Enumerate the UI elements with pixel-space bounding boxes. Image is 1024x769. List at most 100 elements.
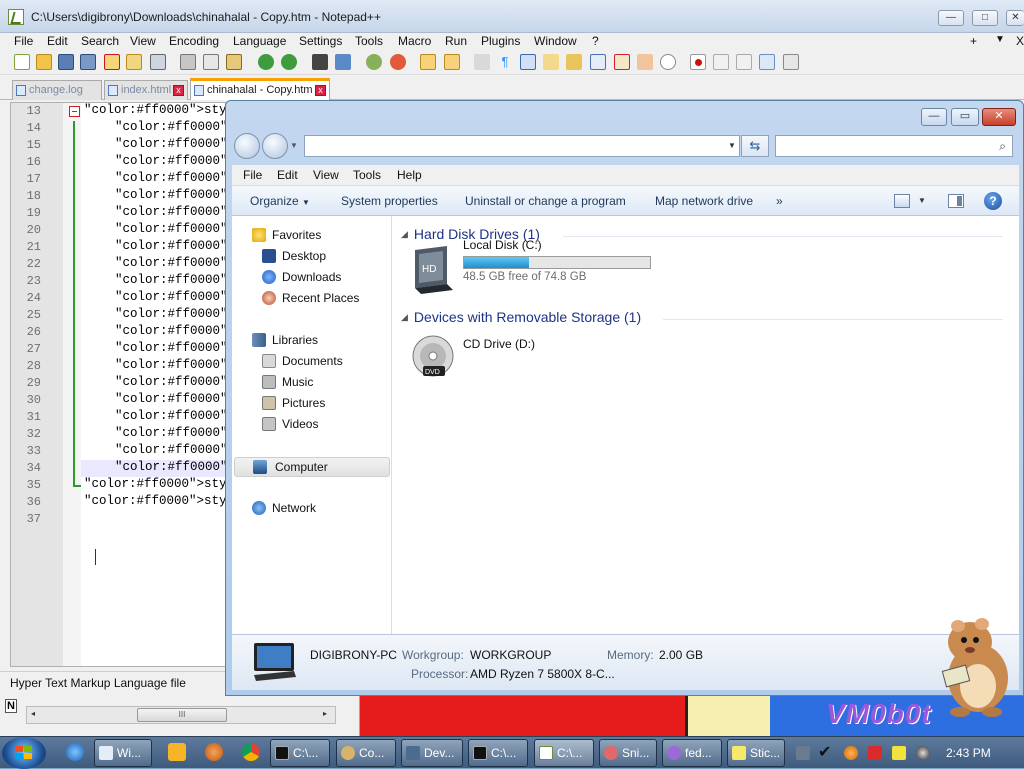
close-file-icon[interactable]	[104, 54, 120, 70]
explorer-menu-help[interactable]: Help	[397, 168, 422, 182]
address-bar[interactable]	[304, 135, 740, 157]
preview-pane-icon[interactable]	[948, 194, 964, 208]
scroll-left-icon[interactable]: ◂	[31, 709, 35, 718]
menu-macro[interactable]: Macro	[398, 34, 431, 48]
help-icon[interactable]: ?	[984, 192, 1002, 210]
sync-vertical-icon[interactable]	[420, 54, 436, 70]
scrollbar-thumb[interactable]: III	[137, 708, 227, 722]
nav-recent-places[interactable]: Recent Places	[262, 289, 398, 309]
explorer-titlebar[interactable]: — ▭ ✕	[226, 101, 1023, 129]
taskbar-button-cmd-2[interactable]: C:\...	[468, 739, 528, 767]
nav-desktop[interactable]: Desktop	[262, 247, 398, 267]
find-icon[interactable]	[312, 54, 328, 70]
menu-close-doc[interactable]: X	[1016, 34, 1024, 48]
map-network-drive-button[interactable]: Map network drive	[655, 194, 753, 208]
nav-music[interactable]: Music	[262, 373, 398, 393]
menu-edit[interactable]: Edit	[47, 34, 68, 48]
folder-workspace-icon[interactable]	[614, 54, 630, 70]
open-file-icon[interactable]	[36, 54, 52, 70]
tray-notes-icon[interactable]	[892, 746, 906, 760]
explorer-menu-edit[interactable]: Edit	[277, 168, 298, 182]
save-macro-icon[interactable]	[783, 54, 799, 70]
tab-close-icon[interactable]: x	[315, 85, 326, 96]
tray-checkmark-icon[interactable]: ✔	[818, 745, 832, 761]
maximize-button[interactable]: □	[972, 10, 998, 26]
cd-drive-name[interactable]: CD Drive (D:)	[463, 337, 535, 351]
monitoring-icon[interactable]	[637, 54, 653, 70]
uninstall-program-button[interactable]: Uninstall or change a program	[465, 194, 626, 208]
menu-settings[interactable]: Settings	[299, 34, 342, 48]
explorer-close-button[interactable]: ✕	[982, 108, 1016, 126]
indent-guide-icon[interactable]	[520, 54, 536, 70]
tab-change-log[interactable]: change.log	[12, 80, 102, 100]
tab-chinahalal-copy[interactable]: chinahalal - Copy.htm x	[190, 78, 330, 100]
nav-favorites[interactable]: Favorites	[252, 226, 388, 246]
internet-explorer-icon[interactable]	[66, 743, 84, 761]
fold-collapse-icon[interactable]	[69, 106, 80, 117]
record-macro-icon[interactable]	[690, 54, 706, 70]
taskbar-button-wi[interactable]: Wi...	[94, 739, 152, 767]
local-disk-name[interactable]: Local Disk (C:)	[463, 238, 542, 252]
nav-libraries[interactable]: Libraries	[252, 331, 388, 351]
nav-computer[interactable]: Computer	[234, 457, 390, 477]
chrome-icon[interactable]	[242, 743, 260, 761]
taskbar-button-dev[interactable]: Dev...	[401, 739, 463, 767]
sync-horizontal-icon[interactable]	[444, 54, 460, 70]
minimize-button[interactable]: —	[938, 10, 964, 26]
function-list-icon[interactable]	[590, 54, 606, 70]
replace-icon[interactable]	[335, 54, 351, 70]
media-player-icon[interactable]	[168, 743, 186, 761]
menu-window[interactable]: Window	[534, 34, 577, 48]
search-input[interactable]: ⌕	[775, 135, 1013, 157]
menu-view[interactable]: View	[130, 34, 156, 48]
explorer-menu-view[interactable]: View	[313, 168, 339, 182]
tab-close-icon[interactable]: x	[173, 85, 184, 96]
save-icon[interactable]	[58, 54, 74, 70]
save-all-icon[interactable]	[80, 54, 96, 70]
menu-help[interactable]: ?	[592, 34, 599, 48]
more-commands-button[interactable]: »	[776, 194, 783, 208]
taskbar-button-fed[interactable]: fed...	[662, 739, 722, 767]
tray-volume-icon[interactable]	[916, 746, 930, 760]
menu-plugins[interactable]: Plugins	[481, 34, 520, 48]
redo-icon[interactable]	[281, 54, 297, 70]
run-macro-multiple-icon[interactable]	[759, 54, 775, 70]
zoom-out-icon[interactable]	[390, 54, 406, 70]
stop-macro-icon[interactable]	[713, 54, 729, 70]
word-wrap-icon[interactable]	[474, 54, 490, 70]
address-dropdown-icon[interactable]: ▼	[724, 135, 740, 157]
user-lang-icon[interactable]	[543, 54, 559, 70]
taskbar-button-sticky[interactable]: Stic...	[727, 739, 785, 767]
print-icon[interactable]	[150, 54, 166, 70]
scroll-right-icon[interactable]: ▸	[323, 709, 327, 718]
change-view-icon[interactable]	[894, 194, 910, 208]
explorer-minimize-button[interactable]: —	[921, 108, 947, 126]
refresh-button[interactable]: ⇆	[741, 135, 769, 157]
organize-button[interactable]: Organize ▼	[250, 194, 310, 208]
tray-app-icon[interactable]	[796, 746, 810, 760]
new-file-icon[interactable]	[14, 54, 30, 70]
paint-icon[interactable]	[205, 743, 223, 761]
menu-file[interactable]: File	[14, 34, 33, 48]
code-editor[interactable]: 13 "color:#ff0000">style="color:#0000ff">…	[10, 102, 226, 667]
doc-map-icon[interactable]	[566, 54, 582, 70]
removable-storage-header[interactable]: ◢ Devices with Removable Storage (1)	[401, 309, 641, 325]
show-all-chars-icon[interactable]: ¶	[497, 54, 513, 70]
recent-pages-dropdown-icon[interactable]: ▼	[290, 141, 298, 150]
view-dropdown-icon[interactable]: ▼	[918, 196, 926, 205]
taskbar-button-cmd-1[interactable]: C:\...	[270, 739, 330, 767]
tab-index-html[interactable]: index.html x	[104, 80, 188, 100]
menu-encoding[interactable]: Encoding	[169, 34, 219, 48]
local-disk-item[interactable]: HD	[407, 244, 457, 304]
horizontal-scrollbar[interactable]: ◂ III ▸	[26, 706, 336, 724]
start-button[interactable]	[2, 737, 46, 769]
menu-run[interactable]: Run	[445, 34, 467, 48]
menu-search[interactable]: Search	[81, 34, 119, 48]
taskbar-button-snipping[interactable]: Sni...	[599, 739, 657, 767]
undo-icon[interactable]	[258, 54, 274, 70]
copy-icon[interactable]	[203, 54, 219, 70]
system-properties-button[interactable]: System properties	[341, 194, 438, 208]
tray-flag-icon[interactable]	[868, 746, 882, 760]
clock[interactable]: 2:43 PM	[946, 746, 991, 760]
back-button[interactable]	[234, 133, 260, 159]
